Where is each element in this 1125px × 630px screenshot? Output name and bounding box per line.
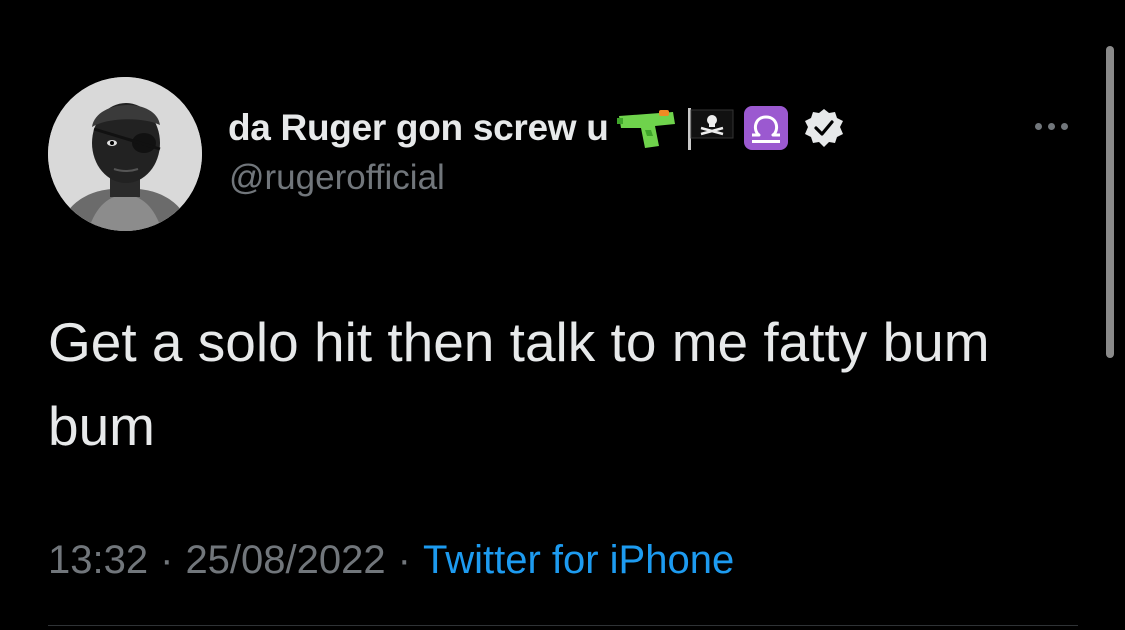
tweet-source-link[interactable]: Twitter for iPhone (423, 538, 734, 582)
more-options-button[interactable] (1022, 110, 1080, 142)
pirate-flag-icon (685, 106, 737, 150)
tweet-date[interactable]: 25/08/2022 (185, 538, 385, 582)
more-dot-icon (1034, 122, 1042, 130)
tweet-metadata: 13:32 · 25/08/2022 · Twitter for iPhone (48, 538, 734, 583)
avatar[interactable] (48, 77, 202, 231)
meta-separator: · (397, 538, 411, 582)
scrollbar-thumb[interactable] (1106, 46, 1114, 358)
author-handle[interactable]: @rugerofficial (229, 158, 445, 198)
divider (48, 625, 1078, 626)
tweet-time[interactable]: 13:32 (48, 538, 148, 582)
verified-badge-icon (803, 107, 845, 149)
avatar-image (48, 77, 202, 231)
tweet: da Ruger gon screw u @rugerofficial Get … (0, 0, 1125, 630)
more-dot-icon (1060, 122, 1068, 130)
display-name[interactable]: da Ruger gon screw u (228, 107, 609, 149)
libra-icon (743, 105, 789, 151)
water-pistol-icon (615, 106, 679, 150)
author-name-row[interactable]: da Ruger gon screw u (228, 104, 845, 152)
more-dot-icon (1047, 122, 1055, 130)
meta-separator: · (160, 538, 174, 582)
tweet-text: Get a solo hit then talk to me fatty bum… (48, 311, 990, 457)
